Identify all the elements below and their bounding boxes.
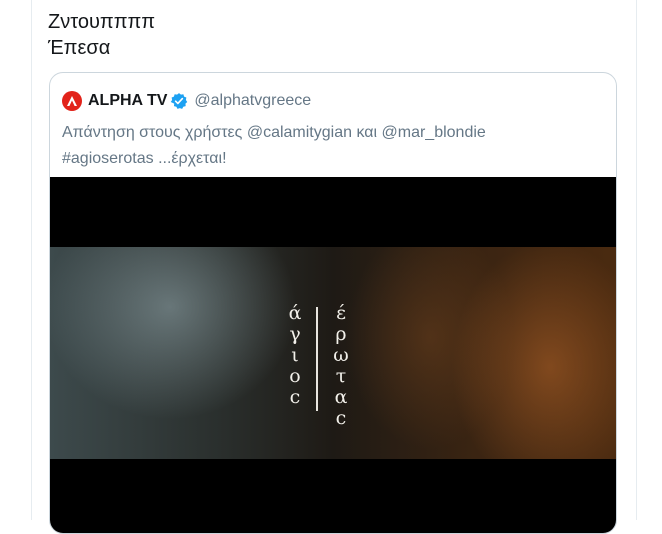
title-letter: ο: [289, 365, 301, 387]
title-letter: α: [334, 386, 348, 408]
title-letter: c: [289, 386, 301, 408]
title-letter: ι: [291, 344, 299, 366]
video-frame: ά γ ι ο c έ ρ ω τ α c: [50, 247, 616, 459]
quoted-body-line: Απάντηση στους χρήστες @calamitygian και…: [62, 124, 486, 141]
title-divider: [316, 307, 318, 411]
show-title-logo: ά γ ι ο c έ ρ ω τ α c: [274, 303, 364, 429]
title-letter: ά: [288, 302, 302, 324]
verified-badge-icon: [170, 92, 188, 110]
tweet-text: Ζντουππππ Έπεσα: [48, 9, 155, 61]
quoted-display-name[interactable]: ALPHA TV: [88, 92, 167, 110]
tweet-text-line: Έπεσα: [48, 37, 111, 59]
alpha-logo-icon: [67, 96, 77, 106]
quoted-handle[interactable]: @alphatvgreece: [194, 92, 311, 110]
title-letter: γ: [289, 323, 301, 345]
quoted-tweet-card[interactable]: ALPHA TV @alphatvgreece Απάντηση στους χ…: [49, 72, 617, 534]
quoted-tweet-body: Απάντηση στους χρήστες @calamitygian και…: [62, 120, 486, 172]
title-letter: έ: [336, 302, 346, 324]
tweet-text-line: Ζντουππππ: [48, 11, 156, 33]
title-letter: c: [335, 407, 347, 429]
timeline-right-border: [636, 0, 637, 520]
quoted-tweet-header: ALPHA TV @alphatvgreece: [62, 90, 311, 112]
timeline-left-border: [31, 0, 32, 520]
title-column-right: έ ρ ω τ α c: [326, 303, 356, 429]
title-letter: ω: [333, 344, 349, 366]
alpha-tv-avatar[interactable]: [62, 91, 82, 111]
title-letter: τ: [335, 365, 347, 387]
title-letter: ρ: [335, 323, 347, 345]
quoted-video-media[interactable]: ά γ ι ο c έ ρ ω τ α c: [50, 177, 616, 533]
title-column-left: ά γ ι ο c: [280, 303, 310, 408]
quoted-body-line: #agioserotas ...έρχεται!: [62, 150, 227, 167]
